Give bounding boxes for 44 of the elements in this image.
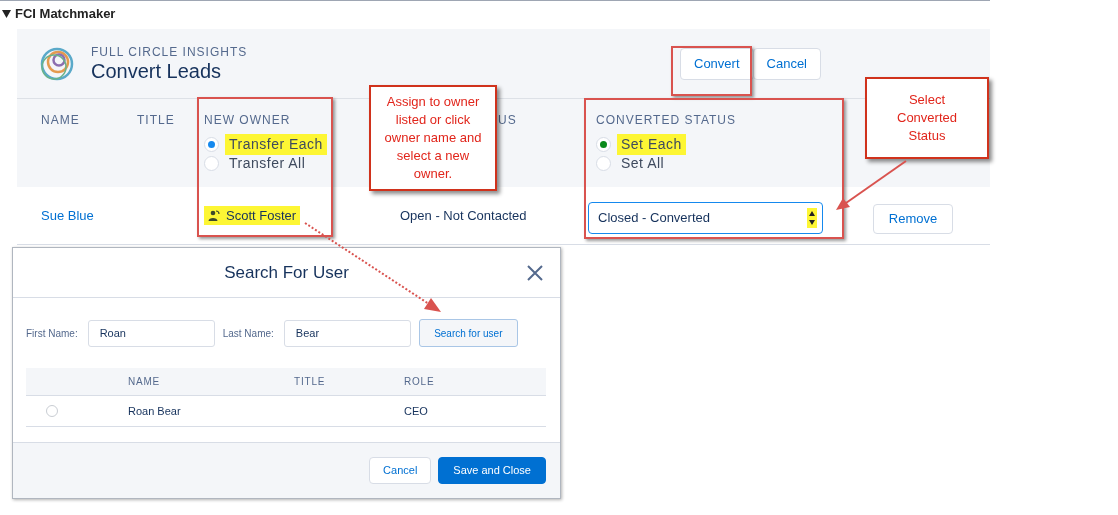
button[interactable]: Cancel (369, 457, 432, 484)
radio-label: Set Each (617, 134, 686, 155)
column-header: NAME (41, 112, 80, 129)
text-field[interactable]: Roan (87, 319, 215, 347)
field-label: First Name: (26, 326, 78, 341)
text-field[interactable]: Bear (283, 319, 411, 347)
radio-label: Transfer Each (225, 134, 327, 155)
button[interactable]: Remove (873, 203, 953, 234)
radio-button[interactable] (204, 137, 219, 152)
radio-label: Set All (620, 154, 666, 173)
user-swap-icon (208, 210, 220, 221)
column-header: NAME (128, 375, 161, 389)
column-header: TITLE (137, 112, 175, 129)
radio-button[interactable] (596, 137, 611, 152)
table-cell-text: Roan Bear (128, 403, 181, 419)
radio-label: Transfer All (228, 154, 307, 173)
collapse-triangle-icon[interactable] (2, 10, 11, 18)
close-icon[interactable] (527, 265, 543, 281)
column-header: ROLE (404, 375, 435, 389)
owner-link[interactable]: Scott Foster (204, 205, 301, 226)
column-header: TITLE (294, 375, 326, 389)
column-header: US (498, 112, 517, 129)
table-cell-text: CEO (404, 403, 428, 419)
dialog-title: Search For User (224, 261, 349, 284)
callout-text: Assign to owner listed or click owner name and select a new owner. (383, 93, 483, 183)
button[interactable]: Cancel (752, 47, 821, 80)
section-title: FCI Matchmaker (15, 5, 116, 24)
page-title: Convert Leads (91, 58, 223, 83)
select-arrows-icon (807, 207, 817, 228)
button[interactable]: Convert (680, 47, 754, 80)
lead-name-link[interactable]: Sue Blue (41, 205, 94, 226)
field-label: Last Name: (222, 326, 274, 341)
save-button[interactable]: Save and Close (438, 457, 546, 484)
row-radio[interactable] (46, 405, 58, 417)
column-header: CONVERTED STATUS (596, 112, 736, 129)
radio-button[interactable] (596, 156, 611, 171)
search-button[interactable]: Search for user (418, 319, 518, 347)
swirl-logo-icon (40, 46, 74, 81)
column-header: NEW OWNER (204, 112, 291, 129)
callout-text: Select Converted Status (896, 91, 958, 145)
brand-name: FULL CIRCLE INSIGHTS (91, 44, 248, 59)
lead-status: Open - Not Contacted (400, 206, 527, 225)
status-select[interactable]: Closed - Converted (588, 201, 823, 234)
radio-button[interactable] (204, 156, 219, 171)
